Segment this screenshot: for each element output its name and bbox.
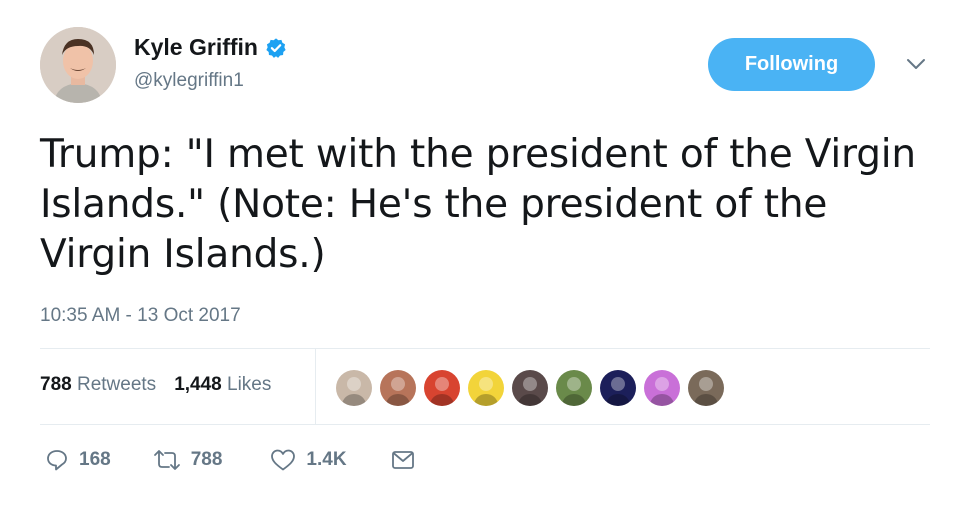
retweet-count: 788 <box>190 449 223 470</box>
user-name[interactable]: Kyle Griffin <box>134 34 258 61</box>
tweet-timestamp[interactable]: 10:35 AM - 13 Oct 2017 <box>40 305 241 327</box>
profile-photo-icon <box>40 27 116 103</box>
reply-icon <box>47 450 67 471</box>
stats-separator <box>315 348 316 424</box>
liker-avatar[interactable] <box>510 368 550 408</box>
reply-count: 168 <box>79 449 111 470</box>
liker-avatar[interactable] <box>334 368 374 408</box>
liker-avatar[interactable] <box>686 368 726 408</box>
liker-avatar[interactable] <box>554 368 594 408</box>
tweet-actions: 168 788 1.4K <box>45 448 415 472</box>
divider <box>40 424 930 425</box>
following-button[interactable]: Following <box>708 38 875 91</box>
likes-stat[interactable]: 1,448 Likes <box>174 374 271 396</box>
likes-stat-label: Likes <box>227 374 272 395</box>
like-count: 1.4K <box>306 449 347 470</box>
reply-button[interactable]: 168 <box>45 448 111 472</box>
like-button[interactable]: 1.4K <box>270 448 347 472</box>
user-name-row[interactable]: Kyle Griffin <box>134 34 287 61</box>
avatar[interactable] <box>40 27 116 103</box>
liker-avatar[interactable] <box>378 368 418 408</box>
envelope-icon <box>391 451 414 469</box>
chevron-down-icon[interactable] <box>904 56 928 72</box>
retweets-stat-label: Retweets <box>76 374 157 395</box>
likers-avatars <box>334 368 726 408</box>
retweet-button[interactable]: 788 <box>153 449 223 471</box>
liker-avatar[interactable] <box>422 368 462 408</box>
likes-stat-count: 1,448 <box>174 374 222 395</box>
liker-avatar[interactable] <box>642 368 682 408</box>
retweet-icon <box>153 450 180 470</box>
tweet-text: Trump: "I met with the president of the … <box>40 132 916 277</box>
verified-badge-icon <box>266 37 286 58</box>
divider <box>40 348 930 349</box>
user-handle[interactable]: @kylegriffin1 <box>134 70 244 92</box>
heart-icon <box>271 449 296 471</box>
direct-message-button[interactable] <box>391 450 415 470</box>
tweet-stats: 788 Retweets 1,448 Likes <box>40 374 271 396</box>
liker-avatar[interactable] <box>466 368 506 408</box>
retweets-stat[interactable]: 788 Retweets <box>40 374 156 396</box>
liker-avatar[interactable] <box>598 368 638 408</box>
retweets-stat-count: 788 <box>40 374 72 395</box>
